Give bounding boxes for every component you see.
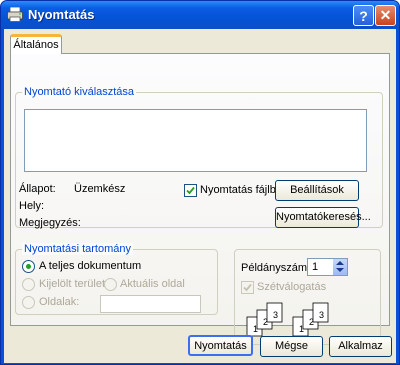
checkmark-icon: [186, 186, 195, 195]
copies-spin-buttons[interactable]: [332, 259, 347, 275]
close-button[interactable]: ✕: [375, 5, 396, 26]
location-label: Hely:: [19, 200, 45, 212]
spin-up-icon[interactable]: [336, 261, 344, 265]
print-range-group: Nyomtatási tartomány A teljes dokumentum…: [15, 243, 218, 315]
radio-current-page[interactable]: [104, 278, 117, 291]
collate-page-number: 3: [273, 310, 278, 320]
radio-selected-dot: [26, 264, 31, 269]
collate-page-number: 3: [319, 310, 324, 320]
cancel-button-label: Mégse: [274, 340, 309, 352]
printer-selection-title: Nyomtató kiválasztása: [22, 86, 137, 98]
radio-pages[interactable]: [22, 296, 35, 309]
copies-spinbox[interactable]: 1: [307, 258, 348, 276]
radio-all-document-label[interactable]: A teljes dokumentum: [39, 260, 141, 272]
collate-label[interactable]: Szétválogatás: [257, 281, 326, 293]
find-printer-button-label: Nyomtatókeresés...: [276, 211, 371, 223]
print-button-label: Nyomtatás: [194, 340, 247, 352]
copies-value: 1: [312, 261, 319, 273]
print-range-title: Nyomtatási tartomány: [22, 243, 133, 255]
checkmark-icon: [243, 283, 252, 292]
radio-pages-label[interactable]: Oldalak:: [39, 296, 79, 308]
pages-input[interactable]: [100, 295, 201, 313]
spin-down-icon[interactable]: [336, 268, 344, 272]
print-dialog-window: Nyomtatás ? ✕ Általános Nyomtató kiválas…: [0, 0, 400, 365]
collate-set-2: 1 2 3: [292, 302, 329, 337]
tab-general-label: Általános: [13, 39, 59, 51]
collate-checkbox[interactable]: [241, 281, 254, 294]
collate-set-1: 1 2 3: [246, 302, 283, 337]
status-value: Üzemkész: [74, 183, 126, 195]
tab-page-general: Nyomtató kiválasztása Állapot: Üzemkész …: [10, 53, 390, 345]
window-title: Nyomtatás: [28, 7, 95, 22]
settings-button[interactable]: Beállítások: [275, 180, 359, 201]
printer-list[interactable]: [24, 109, 367, 172]
dialog-client-area: Általános Nyomtató kiválasztása Állapot:…: [4, 29, 396, 363]
apply-button[interactable]: Alkalmaz: [329, 336, 392, 357]
radio-selection-label[interactable]: Kijelölt terület: [39, 278, 105, 290]
radio-selection[interactable]: [22, 278, 35, 291]
radio-all-document[interactable]: [22, 260, 35, 273]
close-icon: ✕: [379, 7, 392, 23]
printer-icon: [7, 7, 23, 22]
tab-general[interactable]: Általános: [10, 34, 62, 54]
help-button[interactable]: ?: [353, 5, 374, 26]
print-to-file-label[interactable]: Nyomtatás fájlba: [200, 184, 282, 196]
help-icon: ?: [359, 7, 368, 24]
radio-current-page-label[interactable]: Aktuális oldal: [120, 278, 185, 290]
cancel-button[interactable]: Mégse: [260, 336, 323, 357]
settings-button-label: Beállítások: [290, 184, 344, 196]
copies-label: Példányszám:: [241, 262, 311, 274]
title-bar[interactable]: Nyomtatás ? ✕: [1, 1, 399, 29]
print-to-file-checkbox[interactable]: [184, 184, 197, 197]
collate-illustration-icon: 1 2 3 1 2 3: [246, 302, 329, 337]
apply-button-label: Alkalmaz: [338, 340, 383, 352]
status-label: Állapot:: [19, 183, 56, 195]
printer-selection-group: Nyomtató kiválasztása Állapot: Üzemkész …: [15, 86, 383, 229]
comment-label: Megjegyzés:: [19, 217, 81, 229]
print-button[interactable]: Nyomtatás: [188, 335, 253, 356]
find-printer-button[interactable]: Nyomtatókeresés...: [275, 207, 371, 228]
